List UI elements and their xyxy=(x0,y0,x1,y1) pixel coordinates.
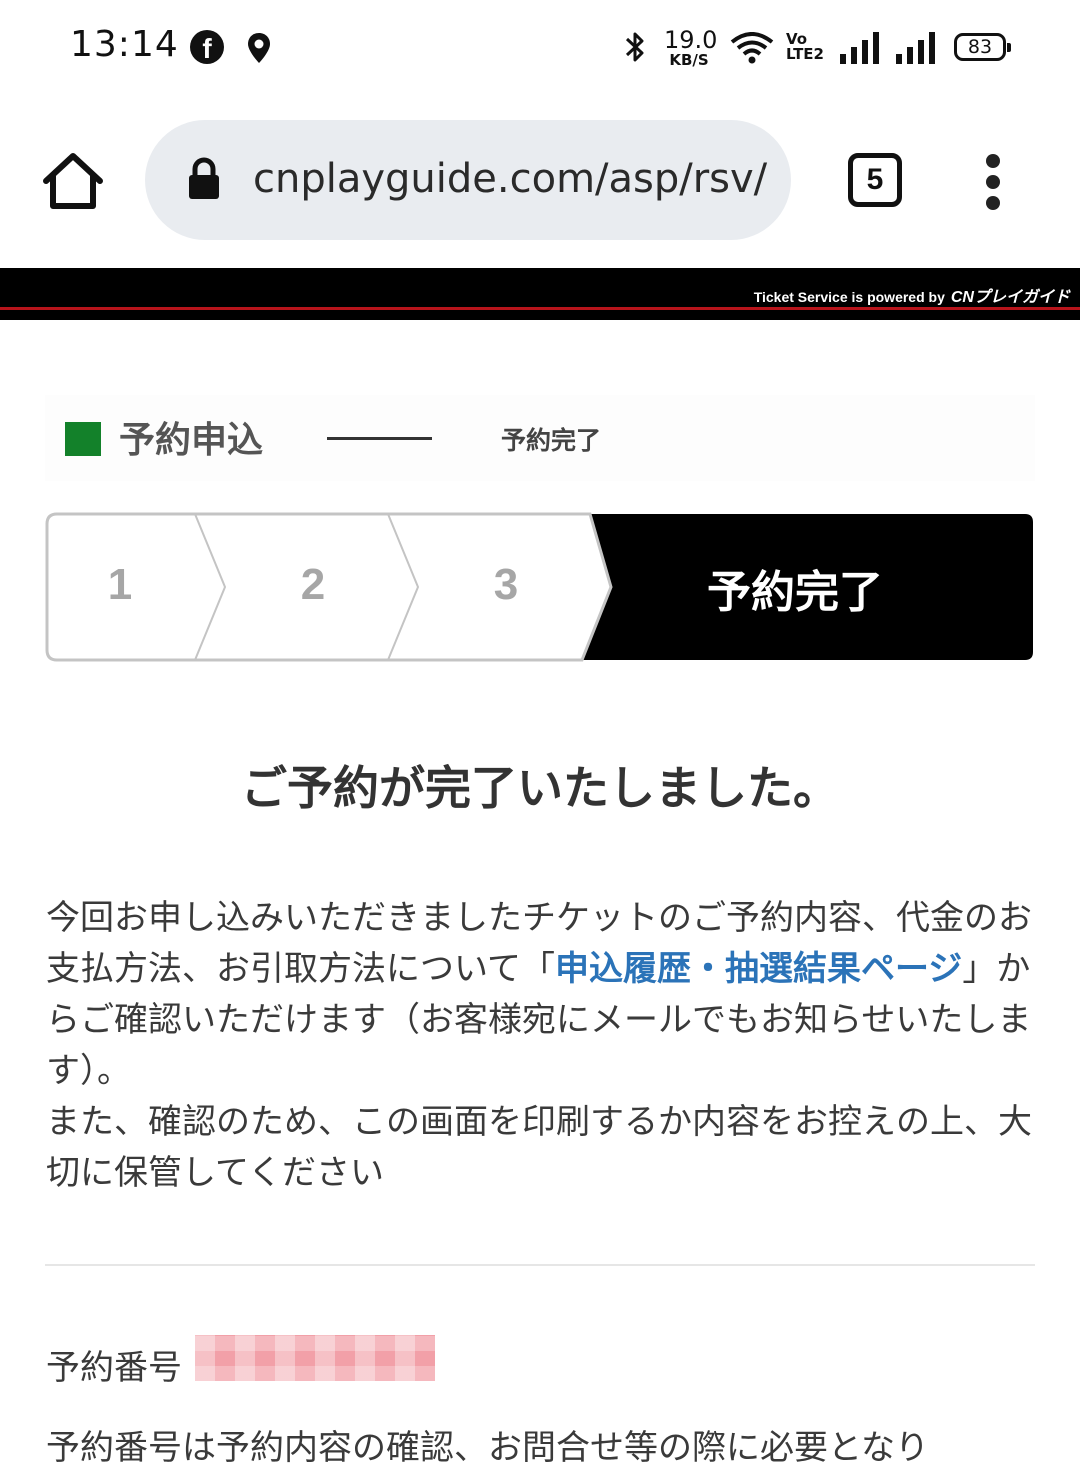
step-current-label: 予約申込 xyxy=(119,420,264,461)
progress-step-3: 3 xyxy=(493,560,519,609)
network-speed: 19.0 KB/S xyxy=(664,26,718,69)
signal-icon xyxy=(840,32,879,64)
bluetooth-icon xyxy=(625,32,644,62)
step-next-label: 予約完了 xyxy=(501,426,602,455)
facebook-icon: f xyxy=(190,30,224,64)
battery-indicator: 83 xyxy=(954,33,1011,61)
banner-stripe xyxy=(0,307,1080,310)
volte-indicator: Vo LTE2 xyxy=(786,30,824,63)
url-text: cnplayguide.com/asp/rsv/p xyxy=(253,156,769,202)
site-banner: Ticket Service is powered by CNプレイガイド xyxy=(0,268,1080,320)
history-page-link[interactable]: 申込履歴・抽選結果ページ xyxy=(555,949,962,989)
address-bar[interactable]: cnplayguide.com/asp/rsv/p xyxy=(145,120,791,240)
reservation-number-value-redacted xyxy=(195,1335,435,1381)
completion-title: ご予約が完了いたしました。 xyxy=(241,761,839,815)
browser-toolbar: cnplayguide.com/asp/rsv/p 5 xyxy=(0,100,1080,265)
step-header: 予約申込 予約完了 xyxy=(45,395,1035,481)
progress-step-1: 1 xyxy=(107,560,133,609)
overflow-menu-icon[interactable] xyxy=(978,152,1014,212)
progress-steps: 1 2 3 予約完了 xyxy=(45,512,1035,662)
status-time: 13:14 xyxy=(70,24,179,65)
step-marker-icon xyxy=(65,422,101,456)
signal-icon xyxy=(896,32,935,64)
message-paragraph-1: 今回お申し込みいただきましたチケットのご予約内容、代金のお支払方法、お引取方法に… xyxy=(46,898,1032,1091)
completion-message: 今回お申し込みいただきましたチケットのご予約内容、代金のお支払方法、お引取方法に… xyxy=(46,893,1036,1199)
powered-by-text: Ticket Service is powered by CNプレイガイド xyxy=(753,289,1070,306)
progress-step-2: 2 xyxy=(300,560,326,609)
location-icon xyxy=(248,33,270,63)
message-paragraph-2: また、確認のため、この画面を印刷するか内容をお控えの上、大切に保管してください xyxy=(46,1102,1032,1193)
cn-playguide-logo: CNプレイガイド xyxy=(950,289,1070,306)
reservation-note: 予約番号は予約内容の確認、お問合せ等の際に必要となり xyxy=(46,1428,929,1468)
step-connector xyxy=(327,437,432,440)
divider xyxy=(45,1264,1035,1266)
lock-icon xyxy=(189,157,219,199)
wifi-icon xyxy=(730,32,774,64)
reservation-number-label: 予約番号 xyxy=(46,1348,182,1388)
tab-switcher-button[interactable]: 5 xyxy=(848,153,902,207)
progress-step-complete: 予約完了 xyxy=(707,567,883,618)
home-icon[interactable] xyxy=(40,148,106,214)
status-bar: 13:14 f 19.0 KB/S Vo LTE2 83 xyxy=(0,0,1080,96)
